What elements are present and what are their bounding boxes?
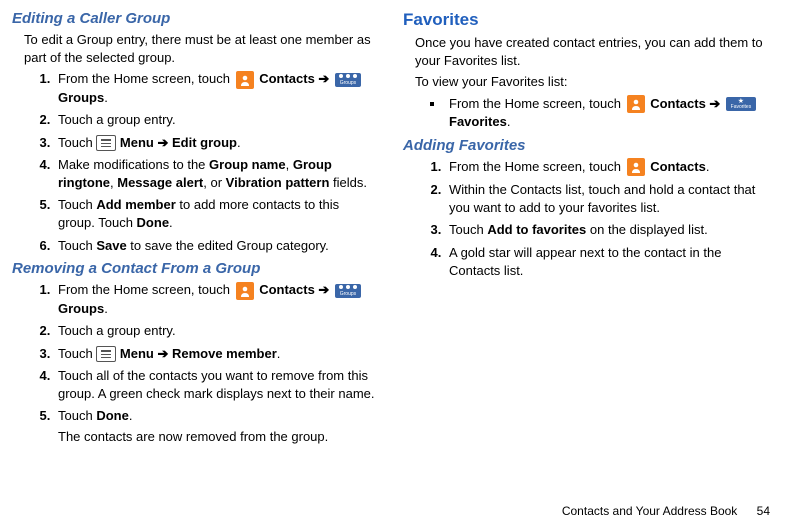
left-column: Editing a Caller Group To edit a Group e… bbox=[12, 10, 379, 451]
contacts-icon bbox=[627, 95, 645, 113]
menu-icon bbox=[96, 346, 116, 362]
remove-step-1: From the Home screen, touch Contacts ➔ G… bbox=[54, 281, 379, 317]
contacts-icon bbox=[236, 282, 254, 300]
remove-step-3: Touch Menu ➔ Remove member. bbox=[54, 345, 379, 363]
edit-step-4: Make modifications to the Group name, Gr… bbox=[54, 156, 379, 191]
remove-steps: From the Home screen, touch Contacts ➔ G… bbox=[26, 281, 379, 445]
heading-adding-favorites: Adding Favorites bbox=[403, 137, 770, 154]
edit-step-3: Touch Menu ➔ Edit group. bbox=[54, 134, 379, 152]
remove-step-5: Touch Done. The contacts are now removed… bbox=[54, 407, 379, 445]
contacts-icon bbox=[627, 158, 645, 176]
remove-step-2: Touch a group entry. bbox=[54, 322, 379, 340]
heading-favorites: Favorites bbox=[403, 10, 770, 30]
favorites-icon: Favorites bbox=[726, 97, 756, 111]
fav-intro: Once you have created contact entries, y… bbox=[415, 34, 770, 69]
fav-view-list: From the Home screen, touch Contacts ➔ F… bbox=[417, 95, 770, 131]
remove-step-5-note: The contacts are now removed from the gr… bbox=[58, 428, 379, 446]
page-footer: Contacts and Your Address Book 54 bbox=[562, 504, 770, 518]
footer-page-number: 54 bbox=[757, 504, 770, 518]
add-fav-step-4: A gold star will appear next to the cont… bbox=[445, 244, 770, 279]
edit-step-6: Touch Save to save the edited Group cate… bbox=[54, 237, 379, 255]
menu-icon bbox=[96, 135, 116, 151]
edit-step-1: From the Home screen, touch Contacts ➔ G… bbox=[54, 70, 379, 106]
add-fav-step-3: Touch Add to favorites on the displayed … bbox=[445, 221, 770, 239]
heading-removing-contact: Removing a Contact From a Group bbox=[12, 260, 379, 277]
edit-intro: To edit a Group entry, there must be at … bbox=[24, 31, 379, 66]
right-column: Favorites Once you have created contact … bbox=[403, 10, 770, 451]
fav-view: To view your Favorites list: bbox=[415, 73, 770, 91]
groups-icon: Groups bbox=[335, 73, 361, 87]
add-fav-step-2: Within the Contacts list, touch and hold… bbox=[445, 181, 770, 216]
add-fav-steps: From the Home screen, touch Contacts. Wi… bbox=[417, 158, 770, 279]
groups-icon: Groups bbox=[335, 284, 361, 298]
edit-step-5: Touch Add member to add more contacts to… bbox=[54, 196, 379, 231]
fav-view-bullet: From the Home screen, touch Contacts ➔ F… bbox=[445, 95, 770, 131]
remove-step-4: Touch all of the contacts you want to re… bbox=[54, 367, 379, 402]
footer-section: Contacts and Your Address Book bbox=[562, 504, 737, 518]
contacts-icon bbox=[236, 71, 254, 89]
edit-step-2: Touch a group entry. bbox=[54, 111, 379, 129]
heading-editing-caller-group: Editing a Caller Group bbox=[12, 10, 379, 27]
add-fav-step-1: From the Home screen, touch Contacts. bbox=[445, 158, 770, 177]
edit-steps: From the Home screen, touch Contacts ➔ G… bbox=[26, 70, 379, 254]
